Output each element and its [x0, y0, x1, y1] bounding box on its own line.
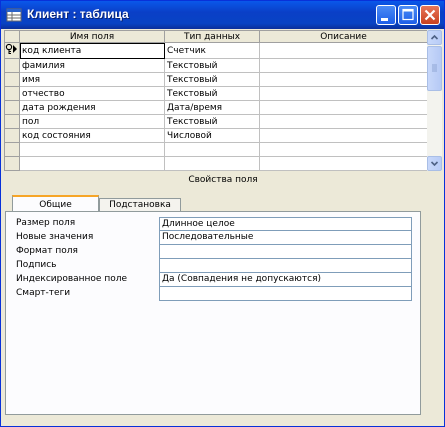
row-selector[interactable] — [4, 100, 20, 115]
table-row[interactable] — [4, 142, 427, 157]
field-name-cell[interactable]: фамилия — [19, 58, 165, 73]
table-row[interactable]: код клиента Счетчик — [4, 42, 427, 59]
row-selector-header — [4, 30, 20, 43]
table-row[interactable]: фамилия Текстовый — [4, 58, 427, 73]
data-type-cell[interactable] — [164, 170, 260, 171]
table-icon — [6, 8, 22, 22]
data-type-cell[interactable] — [164, 142, 260, 157]
field-grid: Имя поля Тип данных Описание код клиента… — [4, 30, 427, 171]
data-type-cell[interactable]: Текстовый — [164, 72, 260, 87]
property-label: Индексированное поле — [16, 274, 128, 284]
table-row[interactable]: код состояния Числовой — [4, 128, 427, 143]
field-name-cell[interactable]: отчество — [19, 86, 165, 101]
table-row[interactable]: пол Текстовый — [4, 114, 427, 129]
row-selector[interactable] — [4, 58, 20, 73]
minimize-icon — [381, 18, 388, 21]
description-cell[interactable] — [259, 128, 427, 143]
table-row[interactable] — [4, 170, 427, 171]
description-cell[interactable] — [259, 156, 427, 171]
row-selector[interactable] — [4, 72, 20, 87]
grip-icon — [432, 64, 437, 72]
property-value-new-values[interactable]: Последовательные — [159, 231, 412, 245]
field-name-cell[interactable] — [19, 142, 165, 157]
property-value-smart-tags[interactable] — [159, 287, 412, 301]
primary-key-icon — [5, 43, 17, 54]
field-name-cell[interactable]: имя — [19, 72, 165, 87]
description-cell[interactable] — [259, 114, 427, 129]
row-selector[interactable] — [4, 42, 20, 59]
property-label: Новые значения — [16, 232, 94, 242]
description-cell[interactable] — [259, 42, 427, 59]
maximize-icon — [402, 8, 414, 21]
property-value-caption[interactable] — [159, 259, 412, 273]
description-cell[interactable] — [259, 100, 427, 115]
field-name-cell[interactable] — [19, 170, 165, 171]
field-name-cell[interactable]: код состояния — [19, 128, 165, 143]
property-label: Подпись — [16, 260, 57, 270]
description-cell[interactable] — [259, 170, 427, 171]
close-button[interactable] — [420, 5, 440, 25]
column-header-description: Описание — [259, 30, 427, 43]
table-row[interactable]: дата рождения Дата/время — [4, 100, 427, 115]
data-type-cell[interactable]: Счетчик — [164, 42, 260, 59]
column-header-data-type: Тип данных — [164, 30, 260, 43]
scroll-down-button[interactable] — [427, 156, 442, 171]
scroll-up-button[interactable] — [427, 30, 442, 45]
data-type-cell[interactable]: Дата/время — [164, 100, 260, 115]
tab-general[interactable]: Общие — [12, 195, 99, 212]
field-properties-panel: Размер поля Длинное целое Новые значения… — [5, 211, 421, 415]
property-value-field-size[interactable]: Длинное целое — [159, 217, 412, 231]
field-name-cell[interactable]: пол — [19, 114, 165, 129]
window-title: Клиент : таблица — [27, 7, 129, 21]
row-selector[interactable] — [4, 170, 20, 171]
data-type-cell[interactable]: Числовой — [164, 128, 260, 143]
field-name-cell[interactable] — [19, 156, 165, 171]
description-cell[interactable] — [259, 142, 427, 157]
property-value-format[interactable] — [159, 245, 412, 259]
title-bar[interactable]: Клиент : таблица — [1, 1, 444, 29]
table-row[interactable] — [4, 156, 427, 171]
chevron-up-icon — [430, 34, 439, 40]
property-value-indexed[interactable]: Да (Совпадения не допускаются) — [159, 273, 412, 287]
close-icon — [424, 9, 436, 21]
row-selector[interactable] — [4, 142, 20, 157]
row-selector[interactable] — [4, 86, 20, 101]
row-selector[interactable] — [4, 156, 20, 171]
description-cell[interactable] — [259, 58, 427, 73]
data-type-cell[interactable]: Текстовый — [164, 58, 260, 73]
row-selector[interactable] — [4, 128, 20, 143]
scroll-thumb[interactable] — [427, 46, 442, 91]
minimize-button[interactable] — [376, 5, 396, 25]
table-row[interactable]: отчество Текстовый — [4, 86, 427, 101]
table-design-window: Клиент : таблица Имя поля Тип данных Опи… — [0, 0, 445, 427]
field-name-cell[interactable]: код клиента — [19, 42, 165, 59]
data-type-cell[interactable]: Текстовый — [164, 114, 260, 129]
property-label: Формат поля — [16, 246, 78, 256]
chevron-down-icon — [430, 161, 439, 167]
row-selector[interactable] — [4, 114, 20, 129]
data-type-cell[interactable]: Текстовый — [164, 86, 260, 101]
vertical-scrollbar[interactable] — [427, 30, 442, 171]
data-type-cell[interactable] — [164, 156, 260, 171]
field-name-cell[interactable]: дата рождения — [19, 100, 165, 115]
property-label: Размер поля — [16, 218, 76, 228]
column-header-field-name: Имя поля — [19, 30, 165, 43]
field-properties-header: Свойства поля — [188, 175, 258, 185]
table-row[interactable]: имя Текстовый — [4, 72, 427, 87]
property-label: Смарт-теги — [16, 288, 71, 298]
maximize-button[interactable] — [398, 5, 418, 25]
description-cell[interactable] — [259, 86, 427, 101]
tab-lookup[interactable]: Подстановка — [99, 198, 181, 212]
description-cell[interactable] — [259, 72, 427, 87]
